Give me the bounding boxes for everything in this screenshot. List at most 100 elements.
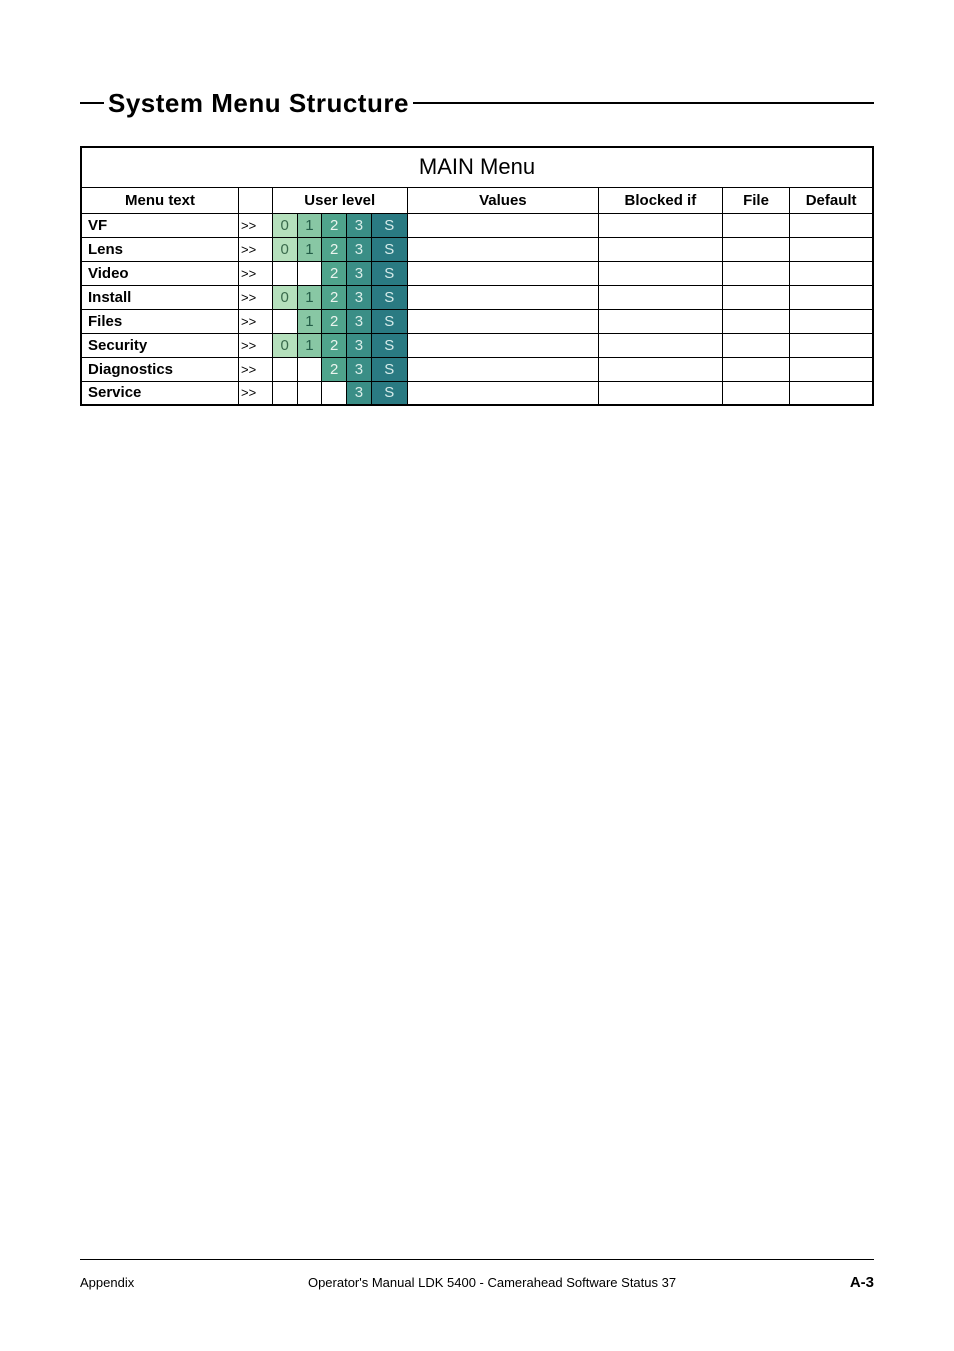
footer-right: A-3 (850, 1274, 874, 1291)
values-cell (407, 309, 598, 333)
level-cell-1: 1 (297, 237, 322, 261)
level-cell-S: S (371, 285, 407, 309)
level-cell-3: 3 (347, 237, 372, 261)
col-header-blocked-if: Blocked if (599, 187, 723, 213)
level-cell-1: 1 (297, 213, 322, 237)
level-cell-2: 2 (322, 261, 347, 285)
table-row: Install>>0123S (81, 285, 873, 309)
blocked-if-cell (599, 237, 723, 261)
file-cell (722, 261, 790, 285)
level-cell-0: 0 (272, 285, 297, 309)
footer-rule (80, 1259, 874, 1260)
submenu-arrow: >> (239, 333, 273, 357)
level-cell-2: 2 (322, 333, 347, 357)
file-cell (722, 357, 790, 381)
level-cell-0: 0 (272, 237, 297, 261)
level-cell-3: 3 (347, 261, 372, 285)
table-row: Service>>3S (81, 381, 873, 405)
level-cell-2: 2 (322, 357, 347, 381)
default-cell (790, 261, 873, 285)
level-cell-3: 3 (347, 309, 372, 333)
table-row: Security>>0123S (81, 333, 873, 357)
level-cell-S: S (371, 381, 407, 405)
level-cell-0 (272, 357, 297, 381)
table-row: Diagnostics>> 23S (81, 357, 873, 381)
values-cell (407, 237, 598, 261)
level-cell-2: 2 (322, 285, 347, 309)
default-cell (790, 309, 873, 333)
submenu-arrow: >> (239, 357, 273, 381)
section-heading: System Menu Structure (80, 90, 874, 116)
blocked-if-cell (599, 285, 723, 309)
submenu-arrow: >> (239, 285, 273, 309)
values-cell (407, 285, 598, 309)
main-menu-table: MAIN Menu Menu text User level Values Bl… (80, 146, 874, 406)
file-cell (722, 309, 790, 333)
level-cell-3: 3 (347, 285, 372, 309)
menu-text-cell: Security (81, 333, 239, 357)
level-cell-0: 0 (272, 333, 297, 357)
menu-text-cell: Files (81, 309, 239, 333)
level-cell-1: 1 (297, 333, 322, 357)
level-cell-1 (297, 381, 322, 405)
submenu-arrow: >> (239, 309, 273, 333)
col-header-menu-text: Menu text (81, 187, 239, 213)
blocked-if-cell (599, 333, 723, 357)
values-cell (407, 213, 598, 237)
table-row: Lens>>0123S (81, 237, 873, 261)
level-cell-3: 3 (347, 213, 372, 237)
level-cell-S: S (371, 357, 407, 381)
level-cell-S: S (371, 261, 407, 285)
blocked-if-cell (599, 381, 723, 405)
submenu-arrow: >> (239, 237, 273, 261)
col-header-arrow (239, 187, 273, 213)
level-cell-0 (272, 381, 297, 405)
submenu-arrow: >> (239, 261, 273, 285)
blocked-if-cell (599, 213, 723, 237)
section-title: System Menu Structure (104, 90, 413, 116)
file-cell (722, 237, 790, 261)
level-cell-0 (272, 309, 297, 333)
level-cell-2: 2 (322, 237, 347, 261)
default-cell (790, 381, 873, 405)
level-cell-S: S (371, 237, 407, 261)
table-row: VF>>0123S (81, 213, 873, 237)
level-cell-S: S (371, 333, 407, 357)
default-cell (790, 357, 873, 381)
default-cell (790, 333, 873, 357)
values-cell (407, 381, 598, 405)
level-cell-3: 3 (347, 357, 372, 381)
blocked-if-cell (599, 357, 723, 381)
level-cell-2: 2 (322, 309, 347, 333)
level-cell-2: 2 (322, 213, 347, 237)
blocked-if-cell (599, 261, 723, 285)
col-header-values: Values (407, 187, 598, 213)
menu-text-cell: Diagnostics (81, 357, 239, 381)
col-header-default: Default (790, 187, 873, 213)
footer-left: Appendix (80, 1275, 134, 1290)
col-header-file: File (722, 187, 790, 213)
level-cell-3: 3 (347, 333, 372, 357)
level-cell-1: 1 (297, 285, 322, 309)
level-cell-S: S (371, 213, 407, 237)
file-cell (722, 381, 790, 405)
col-header-user-level: User level (272, 187, 407, 213)
menu-text-cell: Install (81, 285, 239, 309)
menu-text-cell: Video (81, 261, 239, 285)
level-cell-0 (272, 261, 297, 285)
level-cell-3: 3 (347, 381, 372, 405)
file-cell (722, 213, 790, 237)
rule-left (80, 102, 104, 104)
footer-center: Operator's Manual LDK 5400 - Camerahead … (308, 1275, 676, 1290)
level-cell-1 (297, 357, 322, 381)
menu-text-cell: VF (81, 213, 239, 237)
level-cell-S: S (371, 309, 407, 333)
values-cell (407, 261, 598, 285)
values-cell (407, 357, 598, 381)
level-cell-2 (322, 381, 347, 405)
table-row: Files>>123S (81, 309, 873, 333)
menu-text-cell: Service (81, 381, 239, 405)
default-cell (790, 237, 873, 261)
table-title: MAIN Menu (81, 147, 873, 187)
page-footer: Appendix Operator's Manual LDK 5400 - Ca… (80, 1259, 874, 1291)
